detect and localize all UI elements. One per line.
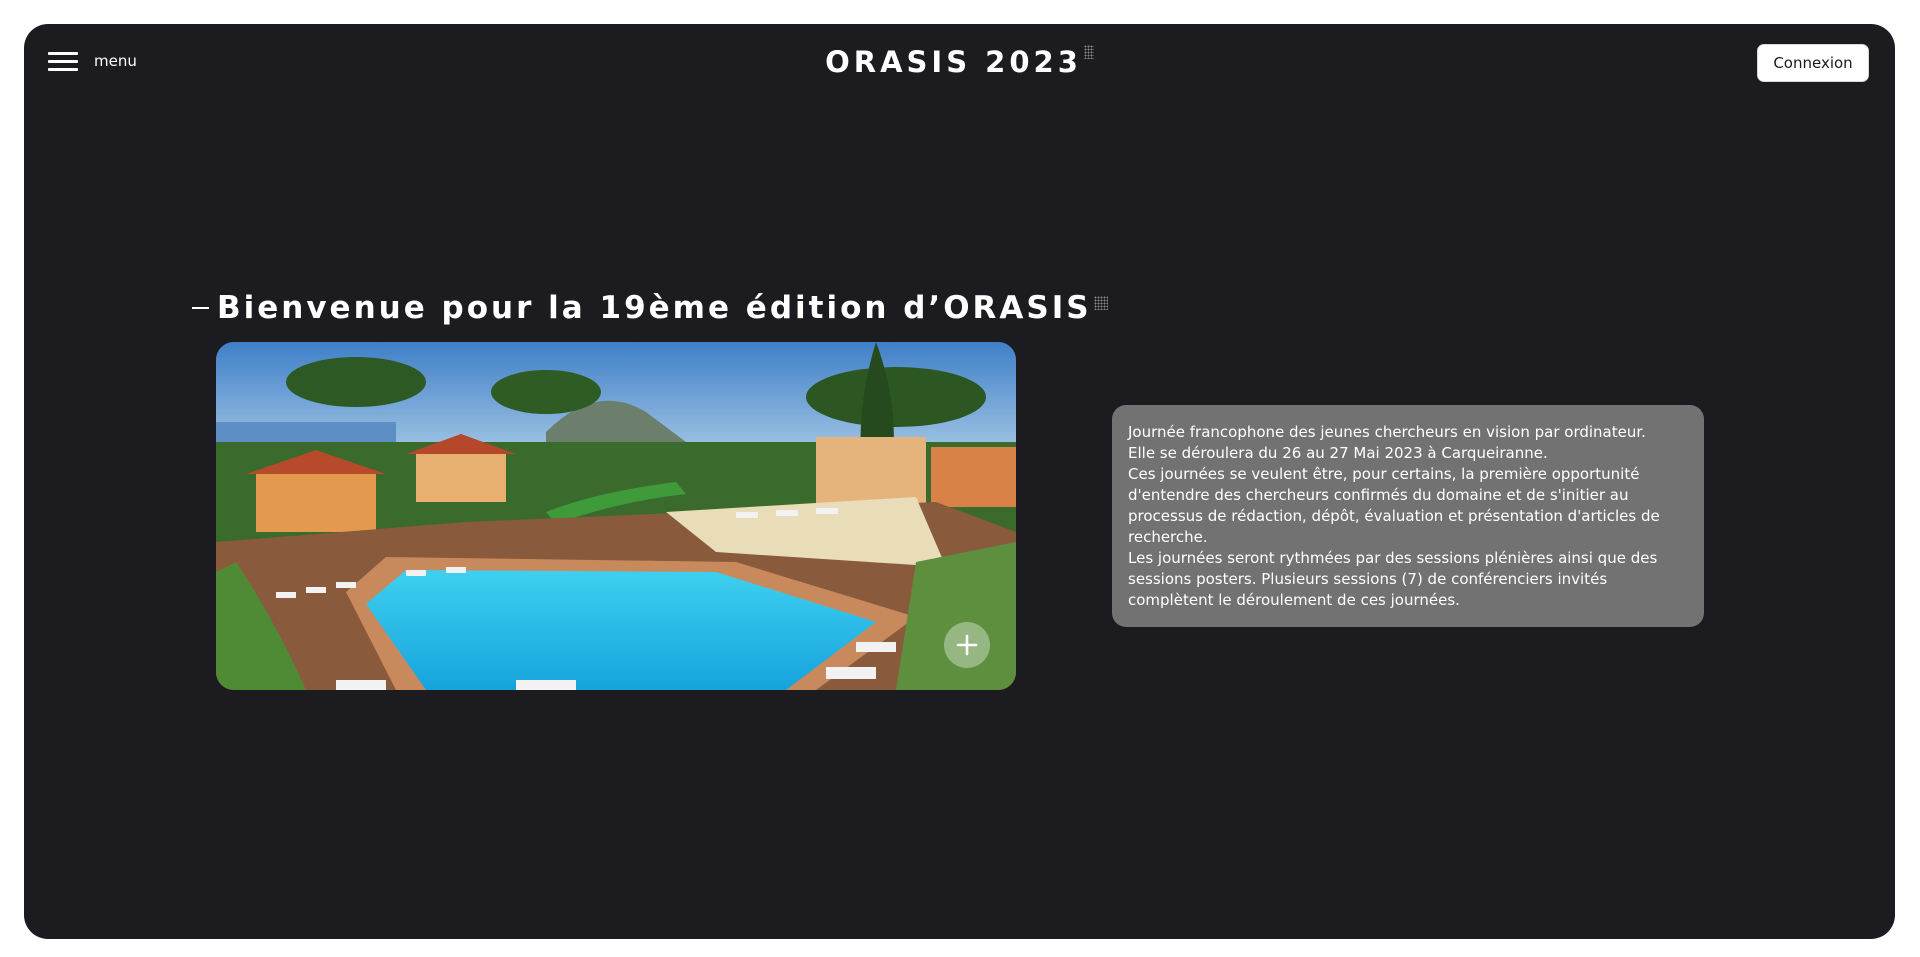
dot-grid-decoration xyxy=(1093,296,1108,310)
login-button[interactable]: Connexion xyxy=(1757,44,1869,82)
dot-grid-decoration xyxy=(1083,45,1094,59)
venue-pool-illustration xyxy=(216,342,1016,690)
event-description-card: Journée francophone des jeunes chercheur… xyxy=(1112,405,1704,627)
venue-photo xyxy=(216,342,1016,690)
expand-image-button[interactable] xyxy=(944,622,990,668)
heading-dash-decoration xyxy=(192,307,209,309)
main-frame: menu ORASIS 2023 Connexion Bienvenue pou… xyxy=(24,24,1895,939)
plus-icon xyxy=(956,634,978,656)
site-title-text[interactable]: ORASIS 2023 xyxy=(825,45,1082,79)
description-line: Journée francophone des jeunes chercheur… xyxy=(1128,423,1646,441)
page-title: Bienvenue pour la 19ème édition d’ORASIS xyxy=(217,290,1092,326)
description-line: Les journées seront rythmées par des ses… xyxy=(1128,549,1658,609)
description-line: Ces journées se veulent être, pour certa… xyxy=(1128,465,1660,546)
description-line: Elle se déroulera du 26 au 27 Mai 2023 à… xyxy=(1128,444,1548,462)
welcome-heading-row: Bienvenue pour la 19ème édition d’ORASIS xyxy=(192,290,1108,326)
site-title[interactable]: ORASIS 2023 xyxy=(24,45,1895,79)
